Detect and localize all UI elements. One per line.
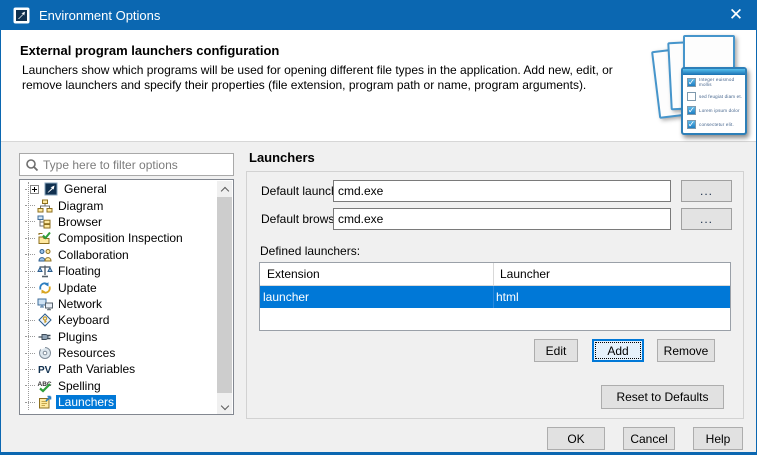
- floating-icon: [37, 264, 53, 278]
- checkbox-checked-icon: ✓: [687, 78, 696, 87]
- defined-launchers-table[interactable]: Extension Launcher launcher html: [259, 262, 731, 331]
- tree-item-plugins[interactable]: Plugins: [21, 329, 217, 345]
- expand-plus-icon[interactable]: [30, 185, 39, 194]
- default-browser-browse-button[interactable]: ...: [681, 208, 732, 230]
- tree-item-collaboration[interactable]: Collaboration: [21, 247, 217, 263]
- add-button[interactable]: Add: [592, 339, 644, 362]
- panel-title: Launchers: [249, 150, 315, 165]
- path-variables-icon: PV: [37, 362, 53, 376]
- scroll-up-icon[interactable]: [217, 181, 232, 197]
- tree-scrollbar[interactable]: [217, 181, 232, 415]
- tree-item-label: Network: [56, 297, 104, 311]
- default-launcher-browse-button[interactable]: ...: [681, 180, 732, 202]
- defined-launchers-label: Defined launchers:: [260, 244, 360, 258]
- browser-icon: [37, 215, 53, 229]
- diagram-icon: [37, 199, 53, 213]
- default-browser-input[interactable]: [333, 208, 671, 230]
- reset-to-defaults-button[interactable]: Reset to Defaults: [601, 385, 724, 409]
- page-title: External program launchers configuration: [20, 43, 279, 58]
- tree-item-label-selected: Launchers: [56, 395, 116, 409]
- app-icon: [13, 7, 30, 24]
- column-divider: [493, 286, 494, 308]
- scroll-down-icon[interactable]: [217, 399, 232, 415]
- launchers-illustration: ✓ Integer euismod mollis sed feugiat dia…: [653, 34, 751, 138]
- general-icon: [43, 182, 59, 196]
- title-bar[interactable]: Environment Options ✕: [0, 0, 757, 30]
- keyboard-icon: [37, 313, 53, 327]
- table-row-selected[interactable]: launcher html: [260, 286, 730, 308]
- spelling-icon: ABC: [37, 379, 53, 393]
- remove-button[interactable]: Remove: [657, 339, 715, 362]
- table-header-row[interactable]: Extension Launcher: [260, 263, 730, 286]
- tree-item-label: Floating: [56, 264, 103, 278]
- tree-item-floating[interactable]: Floating: [21, 263, 217, 279]
- tree-item-general[interactable]: General: [21, 181, 217, 197]
- tree-item-label: Spelling: [56, 379, 103, 393]
- help-button[interactable]: Help: [693, 427, 743, 450]
- launchers-icon: [37, 395, 53, 409]
- page-description: Launchers show which programs will be us…: [22, 63, 642, 93]
- tree-item-label: Diagram: [56, 199, 105, 213]
- ok-button[interactable]: OK: [547, 427, 605, 450]
- environment-options-dialog: Environment Options ✕ External program l…: [0, 0, 757, 455]
- update-icon: [37, 281, 53, 295]
- tree-item-label: Collaboration: [56, 248, 131, 262]
- network-icon: [37, 297, 53, 311]
- search-icon: [25, 158, 39, 172]
- tree-item-label: Experience: [56, 412, 120, 415]
- checklist-item-label: consectetur elit.: [699, 122, 734, 127]
- header-section: External program launchers configuration…: [1, 30, 756, 142]
- resources-icon: [37, 346, 53, 360]
- tree-item-path-variables[interactable]: PV Path Variables: [21, 361, 217, 377]
- checkbox-checked-icon: ✓: [687, 120, 696, 129]
- column-header-launcher[interactable]: Launcher: [500, 267, 550, 281]
- tree-item-update[interactable]: Update: [21, 279, 217, 295]
- cell-extension[interactable]: launcher: [263, 290, 309, 304]
- tree-item-diagram[interactable]: Diagram: [21, 197, 217, 213]
- composition-inspection-icon: [37, 231, 53, 245]
- tree-item-composition-inspection[interactable]: Composition Inspection: [21, 230, 217, 246]
- close-icon[interactable]: ✕: [713, 0, 757, 30]
- tree-item-browser[interactable]: Browser: [21, 214, 217, 230]
- cell-launcher[interactable]: html: [496, 290, 519, 304]
- checklist-item-label: Lorem ipsum dolor: [699, 108, 740, 113]
- tree-item-label: Plugins: [56, 330, 99, 344]
- checklist-item-label: sed feugiat diam et.: [699, 94, 742, 99]
- tree-item-label: Composition Inspection: [56, 231, 185, 245]
- options-tree[interactable]: General Diagram: [19, 179, 234, 415]
- column-header-extension[interactable]: Extension: [267, 267, 320, 281]
- tree-item-launchers[interactable]: Launchers: [21, 394, 217, 410]
- tree-item-resources[interactable]: Resources: [21, 345, 217, 361]
- tree-item-spelling[interactable]: ABC Spelling: [21, 378, 217, 394]
- collaboration-icon: [37, 248, 53, 262]
- tree-item-label: Resources: [56, 346, 117, 360]
- plugins-icon: [37, 330, 53, 344]
- scrollbar-thumb[interactable]: [217, 197, 232, 393]
- column-divider[interactable]: [493, 263, 494, 286]
- window-title: Environment Options: [39, 8, 160, 23]
- tree-item-label: Browser: [56, 215, 104, 229]
- tree-item-keyboard[interactable]: Keyboard: [21, 312, 217, 328]
- checkbox-unchecked-icon: [687, 92, 696, 101]
- experience-icon: E: [37, 412, 53, 415]
- tree-item-experience[interactable]: E Experience: [21, 410, 217, 415]
- tree-item-label: General: [62, 182, 109, 196]
- edit-button[interactable]: Edit: [534, 339, 578, 362]
- filter-box: [19, 153, 234, 176]
- tree-item-label: Keyboard: [56, 313, 111, 327]
- tree-item-network[interactable]: Network: [21, 296, 217, 312]
- filter-input[interactable]: [43, 158, 223, 172]
- default-launcher-input[interactable]: [333, 180, 671, 202]
- checkbox-checked-icon: ✓: [687, 106, 696, 115]
- tree-item-label: Path Variables: [56, 362, 137, 376]
- checklist-graphic: ✓ Integer euismod mollis sed feugiat dia…: [681, 67, 747, 135]
- svg-text:PV: PV: [38, 365, 52, 376]
- checklist-item-label: Integer euismod mollis: [699, 77, 745, 87]
- cancel-button[interactable]: Cancel: [623, 427, 675, 450]
- tree-item-label: Update: [56, 281, 99, 295]
